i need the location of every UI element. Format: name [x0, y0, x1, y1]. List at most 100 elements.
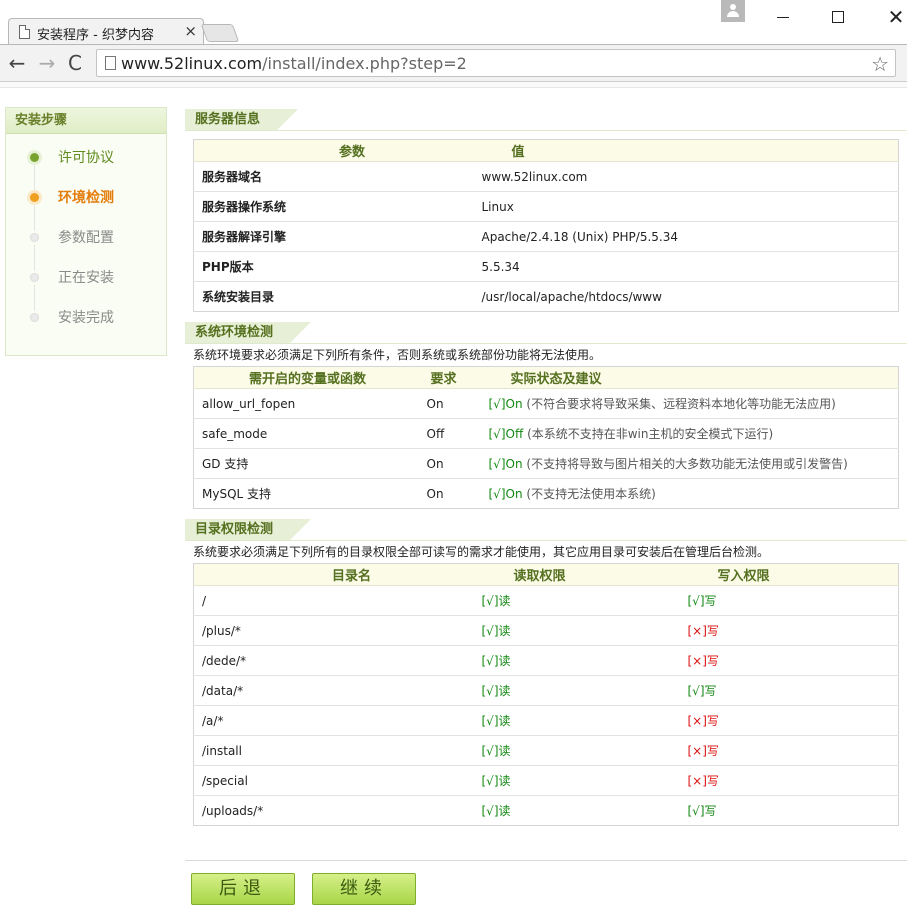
url-text[interactable]: www.52linux.com/install/index.php?step=2 [121, 54, 467, 73]
table-row: /uploads/* [√]读 [√]写 [194, 796, 899, 826]
env-check-note: 系统环境要求必须满足下列所有条件，否则系统或系统部份功能将无法使用。 [193, 348, 602, 362]
write-cell: [×]写 [687, 615, 899, 646]
page-icon [105, 56, 116, 70]
table-row: 系统安装目录 /usr/local/apache/htdocs/www [194, 282, 899, 312]
install-steps-sidebar: 安装步骤 许可协议 环境检测 参数配置 正在安装 安装完成 [5, 107, 167, 356]
dir-cell: /uploads/* [202, 803, 264, 818]
step-dot-icon [30, 193, 39, 202]
step-config: 参数配置 [6, 222, 166, 271]
table-row: /special [√]读 [×]写 [193, 765, 899, 796]
read-cell: [√]读 [481, 735, 688, 766]
tab-title: 安装程序 - 织梦内容 [37, 28, 154, 43]
section-title: 系统环境检测 [185, 322, 312, 344]
status-hint: (不符合要求将导致采集、远程资料本地化等功能无法应用) [526, 397, 836, 411]
variable-cell: MySQL 支持 [202, 487, 272, 501]
dir-cell: /install [193, 735, 482, 766]
status-hint: (不支持无法使用本系统) [526, 487, 656, 501]
step-label: 安装完成 [58, 310, 114, 326]
table-header: 需开启的变量或函数 要求 实际状态及建议 [193, 366, 899, 389]
reload-icon[interactable]: C [64, 51, 86, 75]
table-row: /data/* [√]读 [√]写 [193, 675, 899, 706]
status-ok: [√]On [488, 487, 523, 501]
required-cell: On [426, 448, 489, 479]
minimize-button[interactable] [768, 4, 798, 30]
section-dir-check: 目录权限检测 [185, 519, 907, 541]
table-row: / [√]读 [√]写 [193, 585, 899, 616]
write-cell: [√]写 [687, 585, 899, 616]
new-tab-button[interactable] [200, 24, 240, 42]
column-header: 目录名 [193, 563, 482, 586]
step-dot-icon [30, 153, 39, 162]
column-header: 实际状态及建议 [488, 366, 899, 389]
step-dot-icon [30, 273, 39, 282]
read-cell: [√]读 [481, 645, 688, 676]
section-env-check: 系统环境检测 [185, 322, 907, 344]
address-bar[interactable]: www.52linux.com/install/index.php?step=2… [96, 49, 896, 77]
table-row: GD 支持 On [√]On (不支持将导致与图片相关的大多数功能无法使用或引发… [193, 448, 899, 479]
param-cell: 系统安装目录 [202, 290, 275, 304]
close-tab-icon[interactable]: × [184, 22, 197, 40]
browser-toolbar: ← → C www.52linux.com/install/index.php?… [0, 44, 907, 82]
write-cell: [√]写 [687, 675, 899, 706]
read-cell: [√]读 [481, 585, 688, 616]
step-env-check: 环境检测 [6, 182, 166, 231]
dir-cell: /data/* [193, 675, 482, 706]
read-cell: [√]读 [481, 804, 511, 818]
write-cell: [×]写 [687, 645, 899, 676]
status-cell: [√]On (不符合要求将导致采集、远程资料本地化等功能无法应用) [488, 388, 899, 419]
table-header: 目录名 读取权限 写入权限 [193, 563, 899, 586]
step-license: 许可协议 [6, 142, 166, 191]
column-header: 参数 [193, 139, 482, 162]
column-header: 写入权限 [687, 563, 899, 586]
table-row: safe_mode Off [√]Off (本系统不支持在非win主机的安全模式… [193, 418, 899, 449]
back-arrow-icon[interactable]: ← [6, 51, 28, 75]
step-complete: 安装完成 [6, 302, 166, 342]
status-hint: (本系统不支持在非win主机的安全模式下运行) [527, 427, 774, 441]
browser-titlebar: 安装程序 - 织梦内容 × ✕ [0, 0, 907, 44]
table-row: 服务器操作系统 Linux [193, 191, 899, 222]
table-header: 参数 值 [193, 139, 899, 162]
dir-check-table: 目录名 读取权限 写入权限 / [√]读 [√]写 /plus/* [√]读 [… [193, 563, 899, 826]
dir-check-note: 系统要求必须满足下列所有的目录权限全部可读写的需求才能使用，其它应用目录可安装后… [193, 545, 770, 559]
status-ok: [√]On [488, 397, 523, 411]
column-header: 值 [481, 139, 899, 162]
param-cell: 服务器操作系统 [193, 191, 482, 222]
close-window-button[interactable]: ✕ [881, 4, 907, 30]
variable-cell: GD 支持 [193, 448, 427, 479]
status-ok: [√]Off [488, 427, 524, 441]
bookmark-star-icon[interactable]: ☆ [871, 52, 889, 76]
required-cell: On [426, 486, 444, 501]
table-row: 服务器域名 www.52linux.com [193, 161, 899, 192]
env-check-table: 需开启的变量或函数 要求 实际状态及建议 allow_url_fopen On … [193, 366, 899, 509]
maximize-button[interactable] [823, 4, 853, 30]
step-label: 参数配置 [58, 230, 114, 246]
step-label: 正在安装 [58, 270, 114, 286]
dir-cell: / [193, 585, 482, 616]
required-cell: On [426, 388, 489, 419]
table-row: /dede/* [√]读 [×]写 [193, 645, 899, 676]
continue-button[interactable]: 继续 [312, 873, 416, 905]
write-cell: [√]写 [687, 804, 717, 818]
user-profile-icon[interactable] [721, 0, 745, 22]
table-row: /plus/* [√]读 [×]写 [193, 615, 899, 646]
footer-divider [185, 860, 907, 861]
value-cell: Apache/2.4.18 (Unix) PHP/5.5.34 [481, 221, 899, 252]
read-cell: [√]读 [481, 765, 688, 796]
dir-cell: /a/* [193, 705, 482, 736]
status-cell: [√]On (不支持将导致与图片相关的大多数功能无法使用或引发警告) [488, 448, 899, 479]
variable-cell: safe_mode [193, 418, 427, 449]
dir-cell: /plus/* [193, 615, 482, 646]
param-cell: 服务器解译引擎 [193, 221, 482, 252]
back-button[interactable]: 后退 [191, 873, 295, 905]
dir-cell: /special [193, 765, 482, 796]
step-label: 许可协议 [58, 150, 114, 166]
table-row: PHP版本 5.5.34 [193, 251, 899, 282]
value-cell: 5.5.34 [481, 251, 899, 282]
browser-tab[interactable]: 安装程序 - 织梦内容 × [8, 18, 204, 44]
table-row: allow_url_fopen On [√]On (不符合要求将导致采集、远程资… [193, 388, 899, 419]
step-dot-icon [30, 313, 39, 322]
main-content: 服务器信息 参数 值 服务器域名 www.52linux.com 服务器操作系统… [185, 109, 907, 826]
value-cell: /usr/local/apache/htdocs/www [481, 289, 662, 304]
status-hint: (不支持将导致与图片相关的大多数功能无法使用或引发警告) [526, 457, 848, 471]
forward-arrow-icon[interactable]: → [36, 51, 58, 75]
